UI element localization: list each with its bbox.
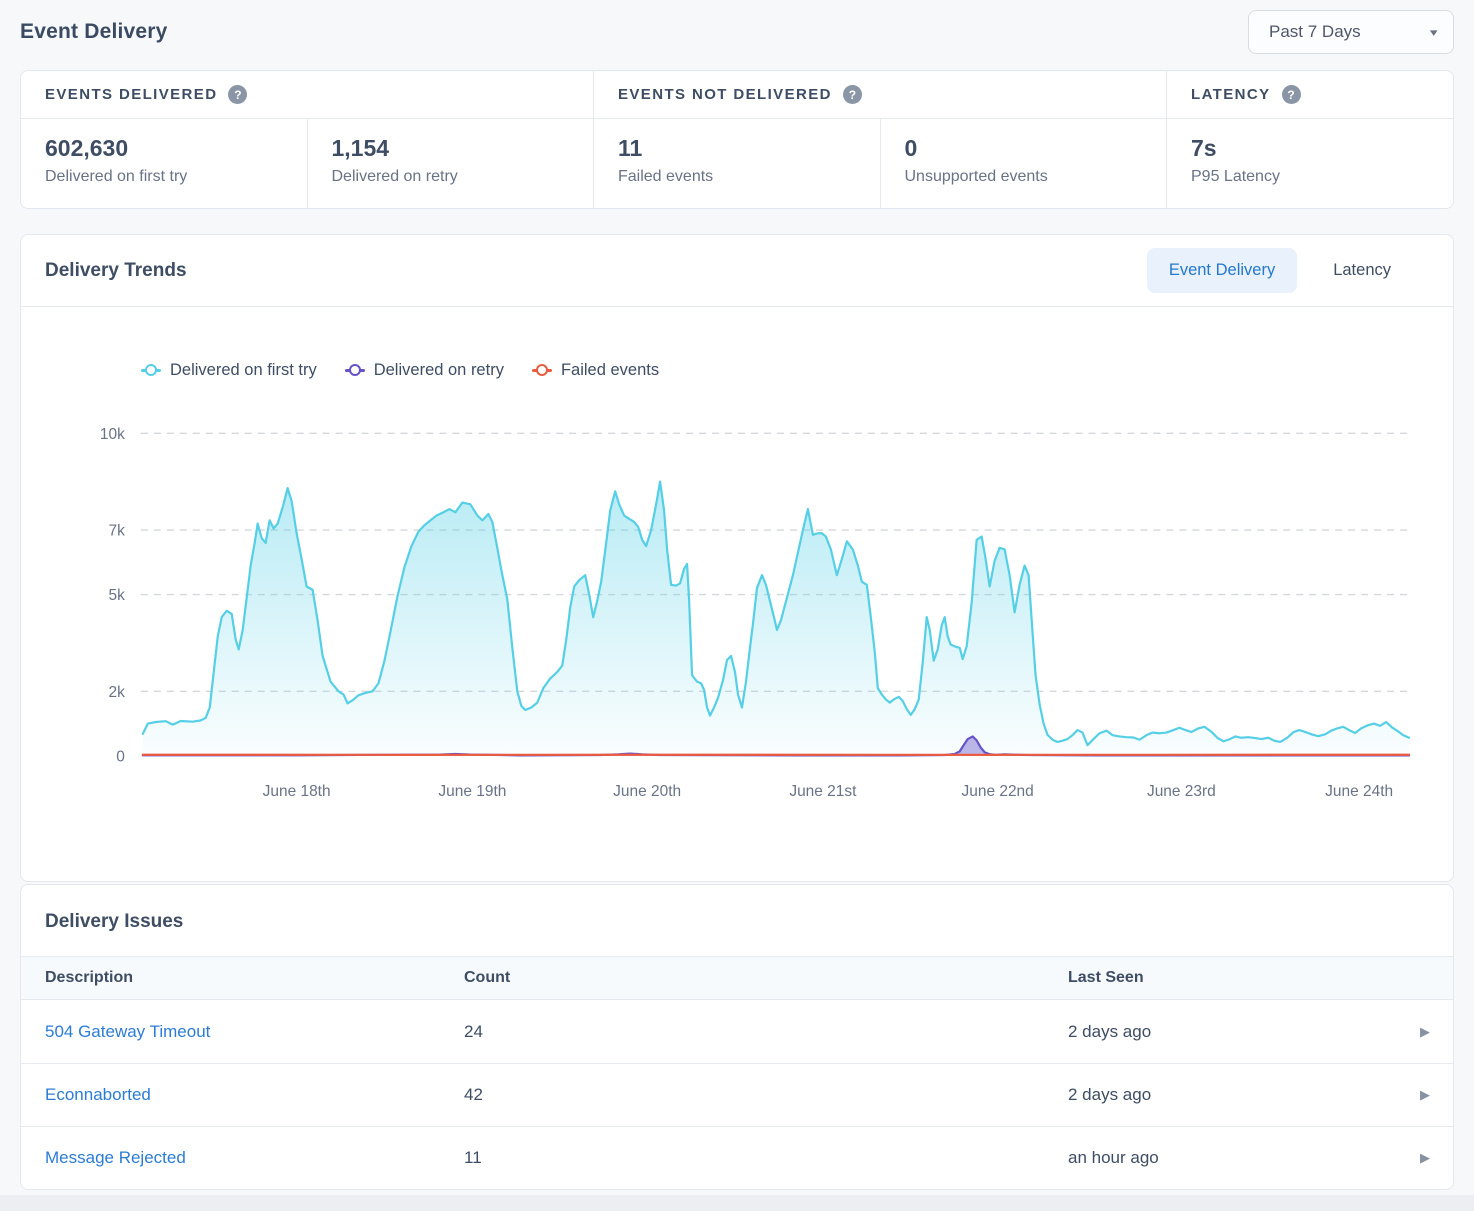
trends-tab-group: Event Delivery Latency — [1147, 248, 1413, 293]
stats-section-latency: LATENCY ? 7s P95 Latency — [1166, 71, 1453, 208]
help-icon[interactable]: ? — [1282, 85, 1301, 104]
column-header-last-seen: Last Seen — [1068, 969, 1405, 987]
issue-row-1[interactable]: 504 Gateway Timeout242 days ago▶ — [21, 1000, 1453, 1063]
x-tick-label: June 23rd — [1147, 783, 1216, 800]
metric-value: 7s — [1191, 135, 1429, 162]
metric-value: 0 — [905, 135, 1143, 162]
x-tick-label: June 19th — [438, 783, 506, 800]
metric-unsupported-events: 0 Unsupported events — [880, 119, 1167, 208]
metric-delivered-retry: 1,154 Delivered on retry — [307, 119, 594, 208]
stats-section-events-delivered: EVENTS DELIVERED ? 602,630 Delivered on … — [21, 71, 593, 208]
issue-row-2[interactable]: Econnaborted422 days ago▶ — [21, 1063, 1453, 1126]
issues-rows: 504 Gateway Timeout242 days ago▶Econnabo… — [21, 1000, 1453, 1189]
date-range-dropdown[interactable]: Past 7 Days ▾ — [1248, 10, 1454, 54]
y-tick-label: 10k — [100, 426, 125, 443]
issue-count: 11 — [464, 1148, 1068, 1168]
issue-last-seen: 2 days ago — [1068, 1085, 1405, 1105]
legend-item-2: Delivered on retry — [345, 361, 504, 380]
legend-item-3: Failed events — [532, 361, 659, 380]
x-tick-label: June 21st — [789, 783, 857, 800]
y-tick-label: 7k — [109, 523, 126, 540]
metric-p95-latency: 7s P95 Latency — [1167, 119, 1453, 208]
metric-failed-events: 11 Failed events — [594, 119, 880, 208]
legend-item-1: Delivered on first try — [141, 361, 317, 380]
x-tick-label: June 20th — [613, 783, 681, 800]
metric-value: 1,154 — [332, 135, 570, 162]
delivery-issues-card: Delivery Issues Description Count Last S… — [20, 884, 1454, 1190]
delivery-trends-header: Delivery Trends Event Delivery Latency — [21, 235, 1453, 307]
legend-marker-icon — [345, 369, 365, 372]
y-tick-label: 0 — [116, 748, 125, 765]
x-tick-label: June 24th — [1325, 783, 1393, 800]
page-title: Event Delivery — [20, 20, 168, 44]
tab-event-delivery[interactable]: Event Delivery — [1147, 248, 1297, 293]
help-icon[interactable]: ? — [228, 85, 247, 104]
stats-section-title: LATENCY — [1191, 86, 1271, 103]
stats-section-title: EVENTS NOT DELIVERED — [618, 86, 832, 103]
chart-legend: Delivered on first try Delivered on retry… — [141, 359, 1453, 381]
tab-latency[interactable]: Latency — [1311, 248, 1413, 293]
metric-label: Failed events — [618, 168, 856, 186]
chevron-right-icon[interactable]: ▶ — [1405, 1087, 1445, 1103]
delivery-trends-card: Delivery Trends Event Delivery Latency D… — [20, 234, 1454, 882]
stats-section-header: EVENTS NOT DELIVERED ? — [594, 71, 1166, 119]
issue-count: 42 — [464, 1085, 1068, 1105]
legend-marker-icon — [141, 369, 161, 372]
metric-value: 602,630 — [45, 135, 283, 162]
delivery-trends-title: Delivery Trends — [45, 260, 187, 282]
stats-section-title: EVENTS DELIVERED — [45, 86, 217, 103]
legend-marker-icon — [532, 369, 552, 372]
issues-table-header: Description Count Last Seen — [21, 956, 1453, 1000]
delivery-issues-title: Delivery Issues — [21, 885, 1453, 956]
stats-card: EVENTS DELIVERED ? 602,630 Delivered on … — [20, 70, 1454, 209]
x-tick-label: June 22nd — [962, 783, 1034, 800]
chevron-right-icon[interactable]: ▶ — [1405, 1024, 1445, 1040]
series-area-1 — [143, 482, 1409, 756]
legend-label: Failed events — [561, 361, 659, 380]
delivery-trends-chart: 0 2k 5k 7k 10k June 18th June 19th June 20th Jun… — [21, 401, 1457, 881]
issue-row-3[interactable]: Message Rejected11an hour ago▶ — [21, 1126, 1453, 1189]
metric-delivered-first-try: 602,630 Delivered on first try — [21, 119, 307, 208]
metric-value: 11 — [618, 135, 856, 162]
metric-label: Delivered on retry — [332, 168, 570, 186]
stats-section-header: EVENTS DELIVERED ? — [21, 71, 593, 119]
legend-label: Delivered on retry — [374, 361, 504, 380]
stats-section-header: LATENCY ? — [1167, 71, 1453, 119]
y-tick-label: 2k — [109, 684, 126, 701]
issue-description-link[interactable]: 504 Gateway Timeout — [45, 1022, 464, 1042]
help-icon[interactable]: ? — [843, 85, 862, 104]
x-tick-label: June 18th — [263, 783, 331, 800]
issue-last-seen: an hour ago — [1068, 1148, 1405, 1168]
metric-label: P95 Latency — [1191, 168, 1429, 186]
column-header-count: Count — [464, 969, 1068, 987]
date-range-value: Past 7 Days — [1269, 22, 1361, 42]
metric-label: Unsupported events — [905, 168, 1143, 186]
chevron-down-icon: ▾ — [1430, 26, 1438, 39]
y-tick-label: 5k — [109, 587, 126, 604]
column-header-description: Description — [45, 969, 464, 987]
issue-description-link[interactable]: Econnaborted — [45, 1085, 464, 1105]
metric-label: Delivered on first try — [45, 168, 283, 186]
issue-last-seen: 2 days ago — [1068, 1022, 1405, 1042]
legend-label: Delivered on first try — [170, 361, 317, 380]
issue-count: 24 — [464, 1022, 1068, 1042]
chevron-right-icon[interactable]: ▶ — [1405, 1150, 1445, 1166]
page-bottom-strip — [0, 1195, 1474, 1211]
stats-section-events-not-delivered: EVENTS NOT DELIVERED ? 11 Failed events … — [593, 71, 1166, 208]
issue-description-link[interactable]: Message Rejected — [45, 1148, 464, 1168]
top-bar: Event Delivery Past 7 Days ▾ — [0, 0, 1474, 58]
